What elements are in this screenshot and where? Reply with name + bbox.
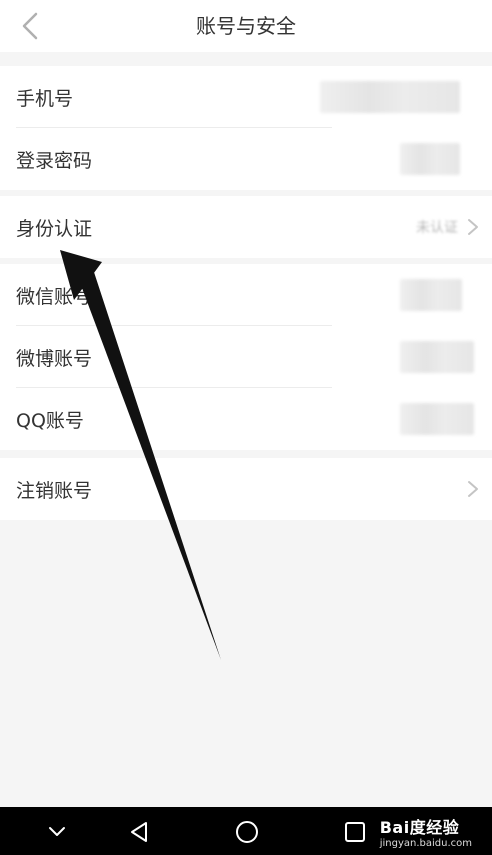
identity-status: 未认证: [416, 220, 458, 236]
masked-weibo-status: [400, 341, 474, 373]
row-weibo-account[interactable]: 微博账号: [0, 326, 492, 388]
row-label: 登录密码: [16, 149, 93, 172]
nav-back-button[interactable]: [122, 815, 156, 849]
row-label: 手机号: [16, 87, 74, 110]
row-deactivate-account[interactable]: 注销账号: [0, 458, 492, 520]
group-deactivate: 注销账号: [0, 458, 492, 520]
masked-phone-value: [320, 81, 460, 113]
home-circle-icon: [236, 821, 258, 843]
hide-keyboard-button[interactable]: [40, 815, 74, 849]
row-login-password[interactable]: 登录密码: [0, 128, 492, 190]
row-qq-account[interactable]: QQ账号: [0, 388, 492, 450]
row-label: 微信账号: [16, 285, 93, 308]
chevron-right-icon: [468, 481, 478, 497]
recents-square-icon: [345, 822, 365, 842]
row-wechat-account[interactable]: 微信账号: [0, 264, 492, 326]
group-identity: 身份认证 未认证: [0, 196, 492, 258]
back-button[interactable]: [12, 8, 48, 44]
row-label: 微博账号: [16, 347, 93, 370]
account-security-screen: 账号与安全 手机号 登录密码 身份认证 未认证 微信账号 微博账号 QQ账号 注…: [0, 0, 492, 855]
row-label: QQ账号: [16, 409, 84, 432]
group-linked-accounts: 微信账号 微博账号 QQ账号: [0, 264, 492, 450]
row-identity-verification[interactable]: 身份认证 未认证: [0, 196, 492, 258]
row-phone-number[interactable]: 手机号: [0, 66, 492, 128]
masked-password-status: [400, 143, 460, 175]
masked-wechat-status: [400, 279, 462, 311]
nav-recents-button[interactable]: [338, 815, 372, 849]
chevron-left-icon: [22, 12, 38, 40]
watermark-url: jingyan.baidu.com: [379, 837, 472, 849]
top-bar: 账号与安全: [0, 0, 492, 52]
group-phone-password: 手机号 登录密码: [0, 66, 492, 190]
nav-home-button[interactable]: [230, 815, 264, 849]
row-label: 注销账号: [16, 479, 93, 502]
system-navigation-bar: Bai度经验 jingyan.baidu.com: [0, 807, 492, 855]
watermark-logo-text: Bai度经验: [379, 817, 460, 837]
row-label: 身份认证: [16, 217, 93, 240]
baidu-jingyan-watermark: Bai度经验 jingyan.baidu.com: [380, 809, 472, 853]
back-triangle-icon: [131, 822, 147, 842]
masked-qq-status: [400, 403, 474, 435]
page-title: 账号与安全: [196, 14, 296, 38]
chevron-right-icon: [468, 219, 478, 235]
chevron-down-icon: [49, 827, 65, 836]
